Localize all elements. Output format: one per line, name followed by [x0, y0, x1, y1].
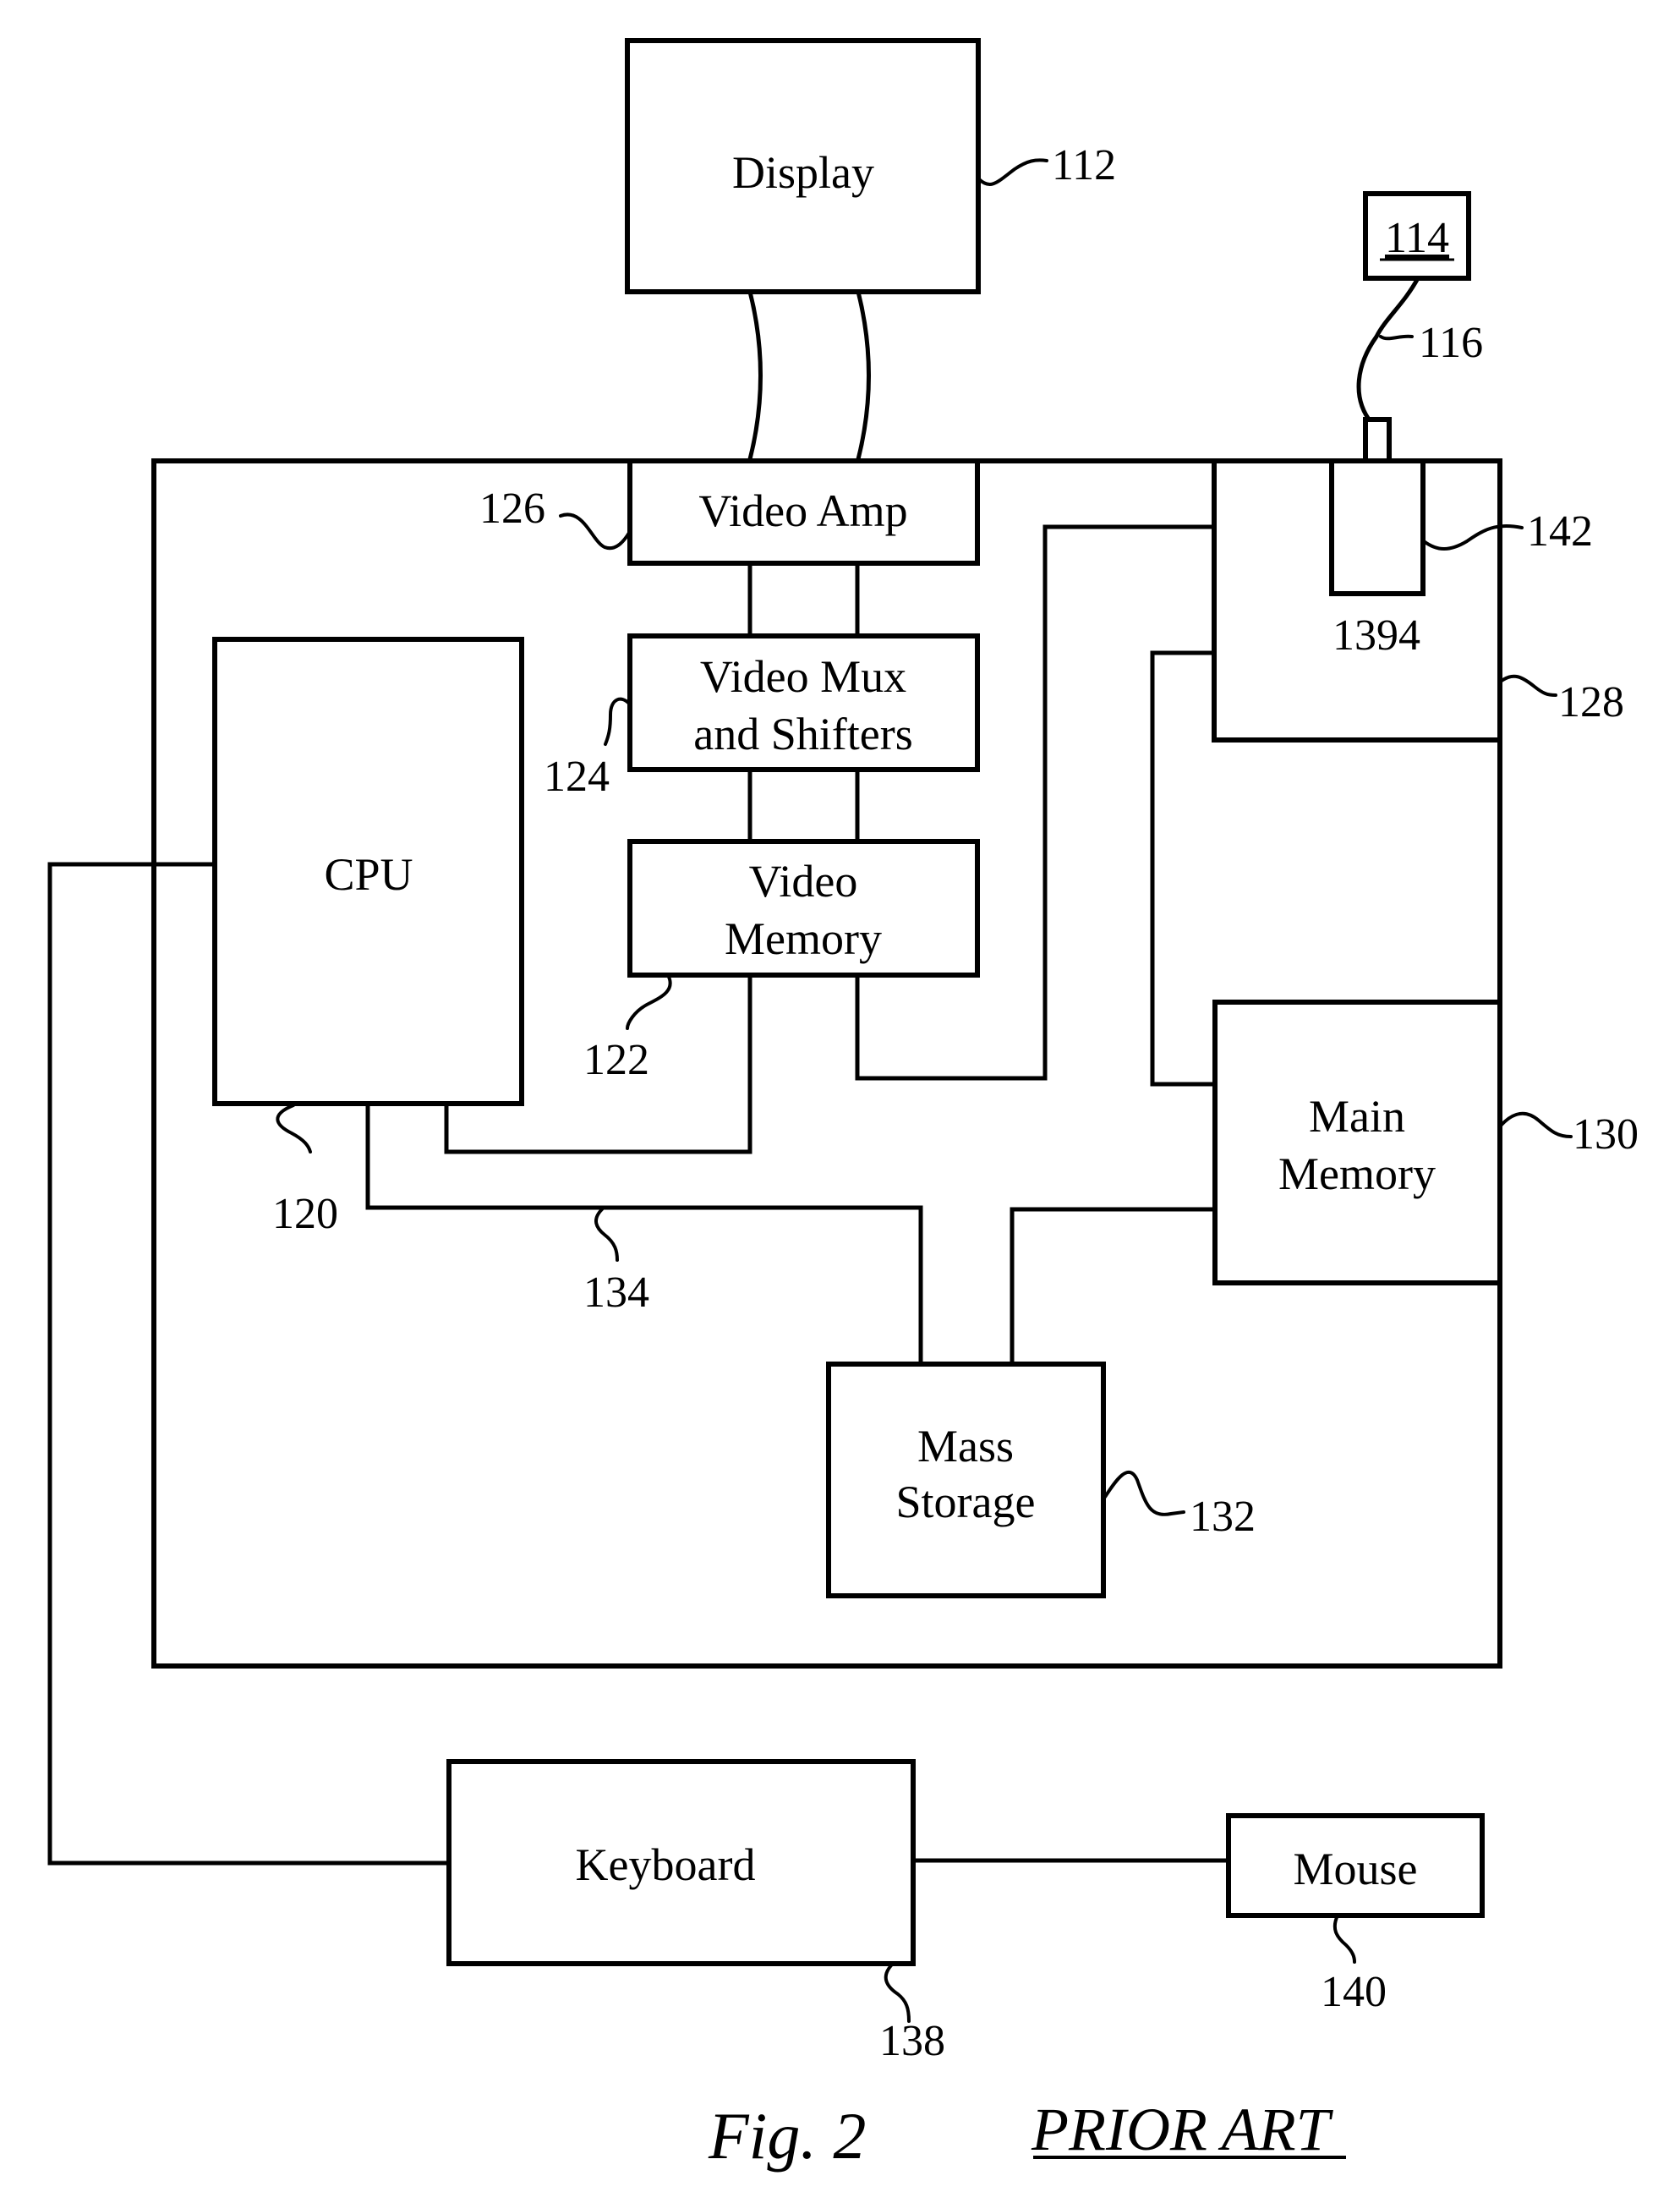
figure-title: Fig. 2: [708, 2099, 866, 2173]
video-memory-label-line2: Memory: [725, 913, 882, 964]
video-memory-io-wire: [855, 524, 1214, 1081]
display-cable-right: [856, 291, 871, 460]
keyboard-block[interactable]: Keyboard: [446, 1759, 916, 1966]
leader-122: [626, 973, 672, 1030]
ref-126: 126: [479, 485, 545, 533]
ref-130: 130: [1573, 1110, 1639, 1159]
figure-subtitle: PRIOR ART: [1031, 2096, 1334, 2163]
main-memory-label-line2: Memory: [1278, 1148, 1436, 1199]
cpu-block[interactable]: CPU: [212, 637, 524, 1106]
device-114-ref: 114: [1385, 214, 1449, 262]
ref-138: 138: [879, 2017, 945, 2065]
leader-120: [276, 1104, 312, 1154]
ref-112: 112: [1052, 141, 1116, 189]
port-1394-label: 1394: [1333, 611, 1420, 660]
port-1394-block[interactable]: 1394: [1329, 417, 1426, 660]
ref-124: 124: [544, 753, 610, 801]
display-cable-left: [747, 291, 763, 460]
block-diagram: Display 114 Video Amp Video Mux and Shif…: [47, 38, 1639, 2173]
video-amp-block[interactable]: Video Amp: [627, 458, 980, 566]
leader-112: [977, 158, 1048, 186]
leader-134: [594, 1208, 619, 1262]
bus-134: [365, 1104, 923, 1364]
video-mux-label-line1: Video Mux: [700, 651, 906, 702]
mouse-label: Mouse: [1294, 1844, 1418, 1894]
leader-126: [559, 512, 631, 551]
video-mux-block[interactable]: Video Mux and Shifters: [627, 633, 980, 772]
device-114-block[interactable]: 114: [1363, 191, 1471, 281]
mass-storage-label-line1: Mass: [917, 1421, 1014, 1471]
display-label: Display: [732, 147, 874, 198]
leader-138: [884, 1962, 911, 2023]
mass-storage-label-line2: Storage: [896, 1477, 1036, 1527]
mass-storage-main-memory-wire: [1010, 1207, 1215, 1364]
video-memory-block[interactable]: Video Memory: [627, 839, 980, 978]
leader-124: [604, 697, 631, 746]
ref-134: 134: [583, 1269, 649, 1317]
leader-130: [1500, 1111, 1573, 1138]
leader-128: [1500, 674, 1557, 697]
ref-132: 132: [1190, 1493, 1256, 1541]
leader-132: [1103, 1470, 1185, 1516]
ref-140: 140: [1321, 1968, 1387, 2016]
ref-142: 142: [1527, 507, 1593, 556]
leader-116: [1379, 334, 1414, 341]
video-memory-label-line1: Video: [749, 856, 858, 907]
main-memory-block[interactable]: Main Memory: [1212, 1000, 1502, 1285]
cable-116: [1356, 277, 1420, 425]
display-block[interactable]: Display: [625, 38, 981, 294]
mouse-block[interactable]: Mouse: [1226, 1813, 1485, 1918]
video-amp-label: Video Amp: [698, 485, 907, 536]
leader-140: [1333, 1914, 1356, 1964]
mass-storage-block[interactable]: Mass Storage: [826, 1362, 1106, 1598]
cpu-label: CPU: [324, 849, 413, 900]
video-mux-label-line2: and Shifters: [693, 709, 912, 759]
keyboard-label: Keyboard: [576, 1839, 756, 1890]
ref-116: 116: [1419, 319, 1483, 367]
io-main-memory-wire: [1150, 650, 1215, 1087]
ref-128: 128: [1558, 678, 1624, 726]
ref-122: 122: [583, 1036, 649, 1084]
main-memory-label-line1: Main: [1309, 1091, 1405, 1142]
ref-120: 120: [272, 1190, 338, 1238]
